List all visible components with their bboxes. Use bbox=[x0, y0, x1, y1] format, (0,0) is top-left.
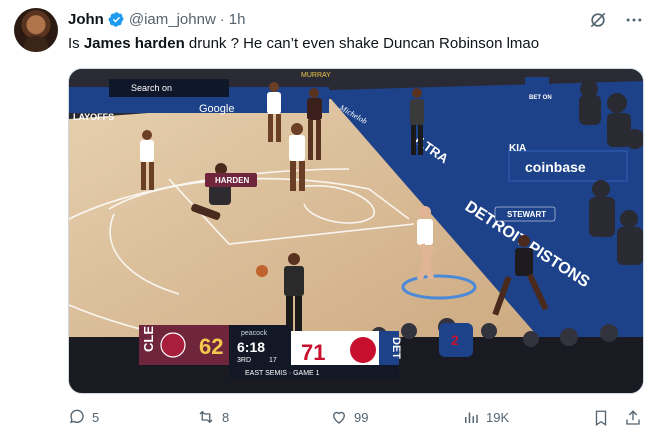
grok-icon[interactable] bbox=[588, 10, 608, 30]
views-chart-icon bbox=[465, 412, 478, 423]
top-actions bbox=[588, 10, 644, 30]
home-score: 71 bbox=[301, 340, 325, 365]
views-count: 19K bbox=[486, 409, 510, 425]
board-legacy: MURRAY bbox=[301, 72, 331, 79]
away-team: CLE bbox=[141, 326, 156, 352]
like-count: 99 bbox=[354, 409, 369, 425]
away-score: 62 bbox=[199, 334, 223, 359]
repost-icon bbox=[199, 410, 213, 424]
bookmark-icon[interactable] bbox=[592, 408, 610, 428]
views-action[interactable]: 19K bbox=[462, 408, 509, 426]
kia-text: KIA bbox=[509, 143, 526, 154]
cavs-logo bbox=[160, 332, 186, 358]
author-avatar[interactable] bbox=[14, 8, 58, 52]
media-video-frame[interactable]: LAYOFFS Search on Google MURRAY ULTRA Mi… bbox=[68, 68, 644, 394]
coinbase-text: coinbase bbox=[525, 159, 586, 175]
game-clock: 6:18 bbox=[237, 339, 265, 355]
tweet-text: Is James harden drunk ? He can’t even sh… bbox=[68, 34, 539, 54]
home-team: DET bbox=[390, 337, 402, 359]
heart-icon bbox=[333, 411, 345, 424]
tweet-text-start: Is bbox=[68, 35, 84, 52]
reply-count: 5 bbox=[92, 409, 100, 425]
network: peacock bbox=[241, 330, 268, 337]
basketball bbox=[256, 265, 268, 277]
tweet-text-end: drunk ? He can’t even shake Duncan Robin… bbox=[184, 35, 540, 52]
board-search: Search on bbox=[131, 83, 172, 93]
separator: · bbox=[219, 10, 225, 28]
basketball-scene: LAYOFFS Search on Google MURRAY ULTRA Mi… bbox=[69, 69, 643, 393]
bet-text: BET ON bbox=[529, 95, 552, 101]
board-google: Google bbox=[199, 103, 234, 115]
board-playoffs: LAYOFFS bbox=[73, 112, 114, 122]
tweet-actions-bar: 5 8 99 19K bbox=[68, 408, 644, 432]
tag-harden-text: HARDEN bbox=[215, 176, 249, 185]
reply-action[interactable]: 5 bbox=[68, 408, 99, 426]
more-options-icon[interactable] bbox=[624, 10, 644, 30]
pistons-logo bbox=[350, 337, 376, 363]
bet-banner bbox=[525, 77, 549, 125]
repost-action[interactable]: 8 bbox=[196, 408, 229, 426]
repost-count: 8 bbox=[222, 409, 230, 425]
author-handle[interactable]: @iam_johnw bbox=[129, 11, 216, 28]
like-action[interactable]: 99 bbox=[330, 408, 368, 426]
tag-stewart-text: STEWART bbox=[507, 210, 546, 219]
shot-clock: 17 bbox=[269, 357, 277, 364]
fan-jersey-number: 2 bbox=[451, 332, 459, 348]
tweet-header: John @iam_johnw · 1h bbox=[68, 8, 245, 30]
series-info: EAST SEMIS · GAME 1 bbox=[245, 370, 320, 377]
author-name[interactable]: John bbox=[68, 11, 104, 28]
verified-badge-icon bbox=[108, 11, 124, 27]
share-icon[interactable] bbox=[624, 408, 642, 428]
reply-icon bbox=[69, 409, 84, 424]
timestamp[interactable]: 1h bbox=[229, 11, 246, 28]
tweet-text-bold: James harden bbox=[83, 35, 185, 52]
quarter: 3RD bbox=[237, 357, 251, 364]
